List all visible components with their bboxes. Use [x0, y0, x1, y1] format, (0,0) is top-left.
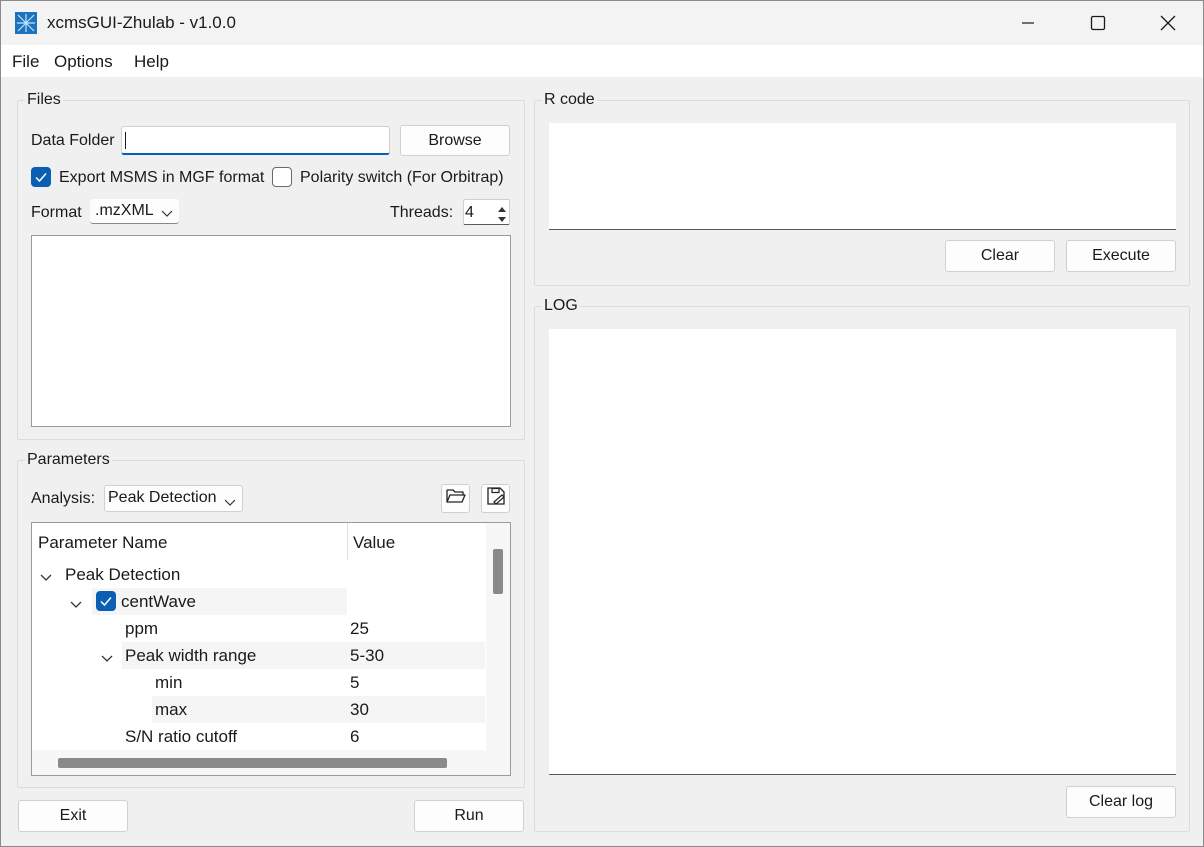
- threads-label: Threads:: [390, 204, 454, 221]
- threads-spinbox[interactable]: 4: [463, 199, 510, 225]
- menu-bar: File Options Help: [1, 45, 1203, 77]
- minimize-icon: [1021, 16, 1035, 30]
- analysis-label: Analysis:: [31, 490, 96, 507]
- menu-file[interactable]: File: [12, 52, 39, 72]
- tree-row[interactable]: Peak width range 5-30: [122, 642, 485, 669]
- tree-row-name: max: [155, 700, 188, 719]
- chevron-down-icon[interactable]: [70, 596, 82, 614]
- tree-row-name: centWave: [121, 592, 196, 611]
- tree-row[interactable]: min 5: [32, 669, 485, 696]
- horizontal-scrollbar-thumb[interactable]: [58, 758, 447, 768]
- browse-button[interactable]: Browse: [400, 125, 510, 156]
- tree-row[interactable]: centWave: [32, 588, 485, 615]
- open-parameters-button[interactable]: [441, 484, 470, 513]
- close-button[interactable]: [1133, 1, 1203, 45]
- column-divider: [347, 523, 348, 560]
- close-icon: [1160, 15, 1176, 31]
- save-parameters-button[interactable]: [481, 484, 510, 513]
- polarity-switch-label: Polarity switch (For Orbitrap): [300, 169, 504, 186]
- log-group-title: LOG: [542, 297, 580, 315]
- title-bar: xcmsGUI-Zhulab - v1.0.0: [1, 1, 1203, 45]
- tree-row-value[interactable]: 30: [350, 700, 369, 720]
- maximize-button[interactable]: [1063, 1, 1133, 45]
- clear-log-button[interactable]: Clear log: [1066, 786, 1176, 818]
- format-label: Format: [31, 204, 82, 221]
- save-icon: [486, 486, 506, 511]
- chevron-down-icon: [161, 205, 173, 223]
- tree-row[interactable]: ppm 25: [32, 615, 485, 642]
- execute-button[interactable]: Execute: [1066, 240, 1176, 272]
- spin-down-icon[interactable]: [497, 212, 507, 230]
- column-header-parameter-name[interactable]: Parameter Name: [38, 533, 167, 553]
- menu-help[interactable]: Help: [134, 52, 169, 72]
- chevron-down-icon[interactable]: [40, 569, 52, 587]
- log-output[interactable]: [549, 329, 1176, 775]
- menu-options[interactable]: Options: [54, 52, 113, 72]
- polarity-switch-checkbox[interactable]: [272, 167, 292, 187]
- tree-row-name: S/N ratio cutoff: [125, 727, 238, 746]
- data-folder-label: Data Folder: [31, 132, 115, 149]
- vertical-scrollbar[interactable]: [486, 523, 510, 750]
- tree-row[interactable]: S/N ratio cutoff 6: [32, 723, 485, 750]
- tree-row-name: Peak Detection: [65, 565, 181, 584]
- chevron-down-icon[interactable]: [101, 650, 113, 668]
- clear-rcode-button[interactable]: Clear: [945, 240, 1055, 272]
- app-icon: [15, 12, 37, 34]
- data-folder-input[interactable]: [121, 126, 390, 155]
- files-group-title: Files: [25, 91, 63, 109]
- chevron-down-icon: [224, 494, 236, 512]
- tree-row-value[interactable]: 25: [350, 619, 369, 639]
- main-window: xcmsGUI-Zhulab - v1.0.0 File Options Hel…: [0, 0, 1204, 847]
- maximize-icon: [1090, 15, 1106, 31]
- exit-button[interactable]: Exit: [18, 800, 128, 832]
- tree-row-name: Peak width range: [125, 646, 257, 665]
- export-msms-label: Export MSMS in MGF format: [59, 169, 265, 186]
- horizontal-scrollbar[interactable]: [32, 750, 510, 775]
- parameter-tree[interactable]: Parameter Name Value Peak Detection cent…: [31, 522, 511, 776]
- tree-row-name: min: [155, 673, 183, 692]
- column-header-value[interactable]: Value: [353, 533, 395, 553]
- centwave-checkbox[interactable]: [96, 591, 116, 611]
- minimize-button[interactable]: [993, 1, 1063, 45]
- checkmark-icon: [35, 173, 47, 183]
- vertical-scrollbar-thumb[interactable]: [493, 549, 503, 594]
- rcode-editor[interactable]: [549, 123, 1176, 230]
- tree-row[interactable]: max 30: [152, 696, 485, 723]
- rcode-group-title: R code: [542, 91, 597, 109]
- format-select[interactable]: .mzXML: [90, 199, 179, 224]
- run-button[interactable]: Run: [414, 800, 524, 832]
- tree-row-value[interactable]: 5: [350, 673, 359, 693]
- tree-row-name: ppm: [125, 619, 159, 638]
- export-msms-checkbox[interactable]: [31, 167, 51, 187]
- tree-row[interactable]: Peak Detection: [32, 561, 485, 588]
- parameters-group-title: Parameters: [25, 451, 112, 469]
- files-list[interactable]: [31, 235, 511, 427]
- open-folder-icon: [445, 487, 466, 510]
- tree-row-value[interactable]: 6: [350, 727, 359, 747]
- analysis-select[interactable]: Peak Detection: [104, 485, 243, 512]
- checkmark-icon: [100, 597, 112, 607]
- text-cursor: [125, 132, 126, 149]
- tree-row-value[interactable]: 5-30: [350, 646, 384, 666]
- window-title: xcmsGUI-Zhulab - v1.0.0: [47, 13, 236, 32]
